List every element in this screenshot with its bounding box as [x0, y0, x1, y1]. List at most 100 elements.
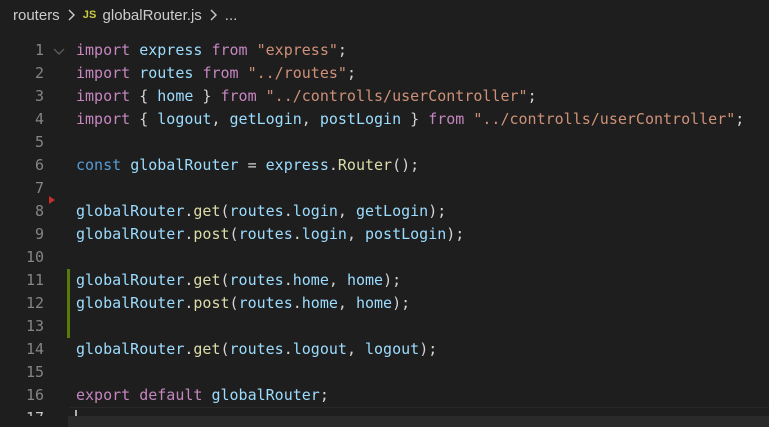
code-text: import { home } from "../controlls/userC…: [76, 85, 537, 108]
code-token: (: [220, 202, 230, 220]
code-token: express: [265, 156, 329, 174]
code-text: globalRouter.get(routes.home, home);: [76, 269, 401, 292]
code-token: globalRouter: [211, 386, 320, 404]
chevron-right-icon: [210, 9, 217, 21]
line-number: 8: [34, 202, 44, 220]
line-number: 12: [25, 294, 44, 312]
code-token: routes: [238, 225, 293, 243]
code-line[interactable]: 6 const globalRouter = express.Router();: [0, 154, 769, 177]
code-token: globalRouter: [76, 202, 185, 220]
code-token: home: [301, 294, 338, 312]
code-token: globalRouter: [130, 156, 239, 174]
line-number: 9: [34, 225, 44, 243]
code-editor[interactable]: 1 import express from "express"; 2 import r…: [0, 30, 769, 427]
code-token: globalRouter: [76, 294, 185, 312]
code-token: (: [220, 340, 230, 358]
line-number: 15: [25, 363, 44, 381]
line-number: 14: [25, 340, 44, 358]
code-token: ,: [346, 340, 365, 358]
code-line[interactable]: 2 import routes from "../routes";: [0, 62, 769, 85]
code-token: {: [130, 110, 158, 128]
code-token: import: [76, 64, 131, 82]
code-token: logout: [365, 340, 420, 358]
code-line[interactable]: 8 globalRouter.get(routes.login, getLogin…: [0, 200, 769, 223]
breadcrumb-folder[interactable]: routers: [13, 7, 60, 24]
code-token: ,: [211, 110, 230, 128]
code-token: default: [139, 386, 203, 404]
code-token: post: [193, 225, 230, 243]
code-token: logout: [292, 340, 347, 358]
code-line[interactable]: 15: [0, 361, 769, 384]
code-token: );: [419, 340, 438, 358]
code-token: home: [157, 87, 194, 105]
code-token: export: [76, 386, 131, 404]
line-number: 11: [25, 271, 44, 289]
code-token: login: [292, 202, 338, 220]
code-token: ,: [337, 202, 356, 220]
code-token: "../controlls/userController": [473, 110, 736, 128]
code-token: ;: [527, 87, 537, 105]
code-token: ,: [301, 110, 320, 128]
code-line[interactable]: 4 import { logout, getLogin, postLogin } …: [0, 108, 769, 131]
code-token: .: [328, 156, 338, 174]
code-token: from: [202, 64, 239, 82]
code-token: .: [283, 340, 293, 358]
code-token: globalRouter: [76, 340, 185, 358]
code-line[interactable]: 13: [0, 315, 769, 338]
code-token: ();: [392, 156, 420, 174]
code-token: .: [292, 294, 302, 312]
code-token: get: [193, 202, 221, 220]
code-line[interactable]: 3 import { home } from "../controlls/user…: [0, 85, 769, 108]
chevron-down-icon[interactable]: [52, 44, 66, 58]
line-number: 7: [34, 179, 44, 197]
line-number: 4: [34, 110, 44, 128]
code-text: export default globalRouter;: [76, 384, 329, 407]
code-text: import express from "express";: [76, 39, 347, 62]
code-token: ;: [337, 41, 347, 59]
code-token: postLogin: [365, 225, 447, 243]
code-line[interactable]: 5: [0, 131, 769, 154]
code-token: }: [401, 110, 429, 128]
code-token: import: [76, 41, 131, 59]
code-token: import: [76, 110, 131, 128]
code-token: postLogin: [319, 110, 402, 128]
line-number: 5: [34, 133, 44, 151]
code-token: );: [446, 225, 465, 243]
code-token: .: [283, 271, 293, 289]
code-line[interactable]: 1 import express from "express";: [0, 39, 769, 62]
code-token: post: [193, 294, 230, 312]
scrollbar-track[interactable]: [68, 416, 769, 427]
code-text: import routes from "../routes";: [76, 62, 356, 85]
horizontal-scrollbar[interactable]: [0, 416, 769, 427]
code-line[interactable]: 14 globalRouter.get(routes.logout, logout…: [0, 338, 769, 361]
code-line[interactable]: 10: [0, 246, 769, 269]
code-text: globalRouter.post(routes.login, postLogi…: [76, 223, 464, 246]
code-token: .: [292, 225, 302, 243]
code-line[interactable]: 9 globalRouter.post(routes.login, postLog…: [0, 223, 769, 246]
code-token: from: [220, 87, 257, 105]
code-token: login: [301, 225, 347, 243]
code-token: ,: [328, 271, 347, 289]
breadcrumb-file[interactable]: globalRouter.js: [103, 7, 202, 24]
breadcrumb-symbols[interactable]: ...: [225, 7, 238, 24]
code-token: globalRouter: [76, 271, 185, 289]
code-token: getLogin: [355, 202, 429, 220]
code-token: home: [355, 294, 393, 312]
code-line[interactable]: 7: [0, 177, 769, 200]
code-token: "../controlls/userController": [265, 87, 528, 105]
breadcrumb: routers JS globalRouter.js ...: [0, 0, 769, 30]
code-token: ,: [337, 294, 356, 312]
code-text: globalRouter.post(routes.home, home);: [76, 292, 410, 315]
code-line[interactable]: 12 globalRouter.post(routes.home, home);: [0, 292, 769, 315]
line-number: 6: [34, 156, 44, 174]
code-text: globalRouter.get(routes.logout, logout);: [76, 338, 437, 361]
code-line[interactable]: 16 export default globalRouter;: [0, 384, 769, 407]
code-token: routes: [229, 340, 284, 358]
code-token: home: [292, 271, 329, 289]
code-text: globalRouter.get(routes.login, getLogin)…: [76, 200, 446, 223]
code-line[interactable]: 11 globalRouter.get(routes.home, home);: [0, 269, 769, 292]
